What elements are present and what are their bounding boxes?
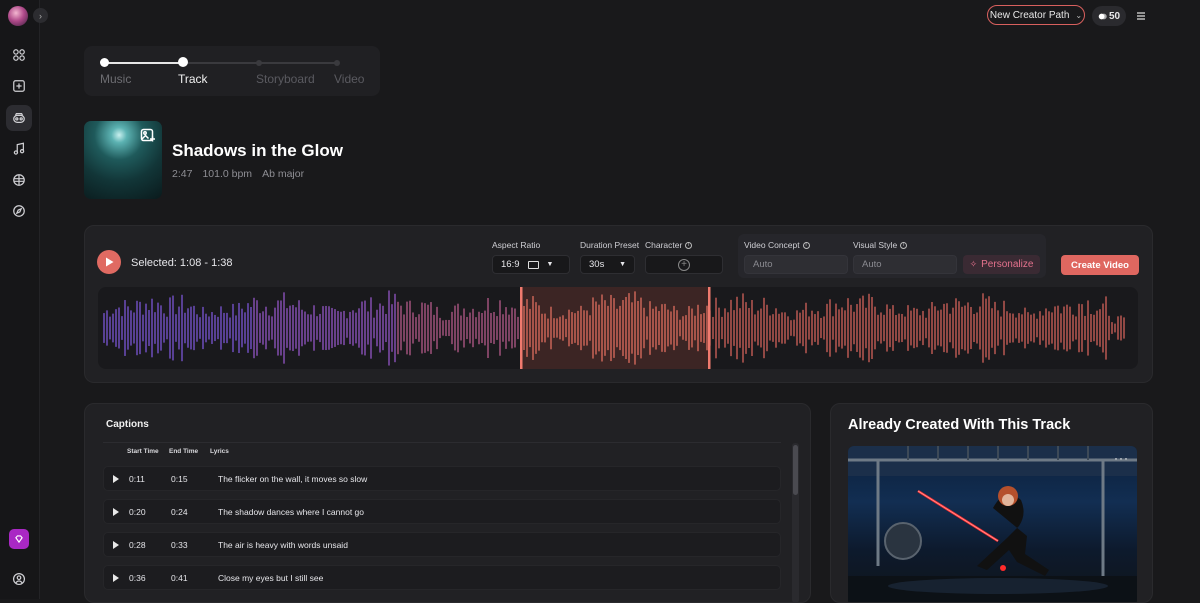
waveform-bars <box>103 287 1125 369</box>
credit-icon <box>1098 13 1107 19</box>
play-selection-button[interactable] <box>97 250 121 274</box>
character-label: Character i <box>645 240 693 250</box>
nav-dashboard-button[interactable] <box>6 42 32 68</box>
creator-path-label: New Creator Path <box>989 9 1070 21</box>
info-icon[interactable]: i <box>685 241 693 249</box>
step-dot-video <box>334 60 340 66</box>
play-icon[interactable] <box>113 541 119 549</box>
play-icon[interactable] <box>113 475 119 483</box>
track-key: Ab major <box>262 168 305 180</box>
waveform[interactable] <box>98 287 1138 369</box>
menu-button[interactable] <box>1135 9 1147 21</box>
progress-stepper: Music Track Storyboard Video <box>84 46 380 96</box>
caret-down-icon: ▼ <box>546 261 554 268</box>
avatar[interactable] <box>8 6 28 26</box>
video-concept-input[interactable]: Auto <box>744 255 848 274</box>
selection-start-handle[interactable] <box>520 287 523 369</box>
duration-select[interactable]: 30s ▼ <box>580 255 635 274</box>
aspect-ratio-value: 16:9 <box>501 259 520 270</box>
duration-label: Duration Preset <box>580 240 640 250</box>
track-duration: 2:47 <box>172 168 193 180</box>
step-track[interactable]: Track <box>178 72 208 86</box>
account-button[interactable] <box>6 566 32 592</box>
sidebar-rail: › <box>0 0 48 599</box>
info-icon[interactable]: i <box>802 241 810 249</box>
captions-title: Captions <box>106 419 149 430</box>
caption-row[interactable]: 0:11 0:15 The flicker on the wall, it mo… <box>103 466 781 491</box>
info-icon[interactable]: i <box>900 241 908 249</box>
robot-icon <box>13 113 25 123</box>
style-label: Visual Style i <box>853 240 908 250</box>
creator-path-dropdown[interactable]: New Creator Path ⌄ <box>987 5 1085 25</box>
expand-sidebar-button[interactable]: › <box>33 8 48 23</box>
plus-circle-icon: + <box>678 258 690 271</box>
credits-badge[interactable]: 50 <box>1092 6 1126 26</box>
hamburger-icon <box>1137 12 1145 20</box>
captions-scroll-thumb[interactable] <box>793 445 798 495</box>
chevron-down-icon: ⌄ <box>1075 10 1083 20</box>
selection-end-handle[interactable] <box>708 287 711 369</box>
nav-create-button[interactable] <box>6 73 32 99</box>
selection-range: Selected: 1:08 - 1:38 <box>131 257 233 269</box>
compass-icon <box>13 205 25 217</box>
video-concept-value: Auto <box>753 259 773 270</box>
play-icon <box>105 257 113 267</box>
track-title: Shadows in the Glow <box>172 141 343 160</box>
step-video: Video <box>334 72 365 86</box>
user-circle-icon <box>12 572 26 586</box>
premium-button[interactable] <box>9 529 29 549</box>
visual-style-value: Auto <box>862 259 882 270</box>
create-video-button[interactable]: Create Video <box>1061 255 1139 275</box>
music-note-icon <box>13 142 25 155</box>
duration-value: 30s <box>589 259 605 270</box>
track-meta: 2:47 101.0 bpm Ab major <box>172 168 304 180</box>
concept-label: Video Concept i <box>744 240 810 250</box>
header-end-time: End Time <box>169 448 199 455</box>
grid-icon <box>13 49 25 61</box>
caption-row[interactable]: 0:20 0:24 The shadow dances where I cann… <box>103 499 781 524</box>
visual-style-input[interactable]: Auto <box>853 255 957 274</box>
aspect-ratio-select[interactable]: 16:9 ▼ <box>492 255 570 274</box>
header-start-time: Start Time <box>127 448 159 455</box>
step-dot-music <box>100 58 109 67</box>
brain-icon <box>13 174 25 186</box>
play-icon[interactable] <box>113 508 119 516</box>
personalize-button[interactable]: ✧ Personalize <box>963 255 1040 274</box>
thumbnail-scene <box>848 446 1137 602</box>
track-cover-art <box>84 121 162 199</box>
captions-panel: Captions Start Time End Time Lyrics 0:11… <box>84 403 811 603</box>
nav-ideas-button[interactable] <box>6 167 32 193</box>
aspect-ratio-label: Aspect Ratio <box>492 240 541 250</box>
step-dot-storyboard <box>256 60 262 66</box>
credits-count: 50 <box>1108 10 1121 22</box>
selection-region[interactable] <box>521 287 709 369</box>
play-icon[interactable] <box>113 574 119 582</box>
chevron-right-icon: › <box>39 10 42 21</box>
video-thumbnail[interactable]: ··· <box>848 446 1137 602</box>
caret-down-icon: ▼ <box>619 261 626 268</box>
header-lyrics: Lyrics <box>210 448 229 455</box>
step-storyboard: Storyboard <box>256 72 315 86</box>
caption-row[interactable]: 0:28 0:33 The air is heavy with words un… <box>103 532 781 557</box>
track-bpm: 101.0 bpm <box>202 168 253 180</box>
plus-square-icon <box>13 80 25 92</box>
created-videos-panel: Already Created With This Track ··· <box>830 403 1153 603</box>
nav-studio-button[interactable] <box>6 105 32 131</box>
nav-music-button[interactable] <box>6 136 32 162</box>
more-options-icon[interactable]: ··· <box>1114 451 1129 465</box>
caption-row[interactable]: 0:36 0:41 Close my eyes but I still see <box>103 565 781 590</box>
rectangle-icon <box>527 260 539 269</box>
nav-explore-button[interactable] <box>6 198 32 224</box>
created-videos-title: Already Created With This Track <box>848 417 1071 433</box>
change-cover-button[interactable] <box>140 127 156 143</box>
gem-icon <box>15 535 23 544</box>
personalize-label: Personalize <box>981 259 1034 270</box>
step-dot-track <box>178 57 188 67</box>
sparkle-icon: ✧ <box>969 259 978 269</box>
character-add-button[interactable]: + <box>645 255 723 274</box>
image-plus-icon <box>140 128 155 142</box>
step-music[interactable]: Music <box>100 72 131 86</box>
